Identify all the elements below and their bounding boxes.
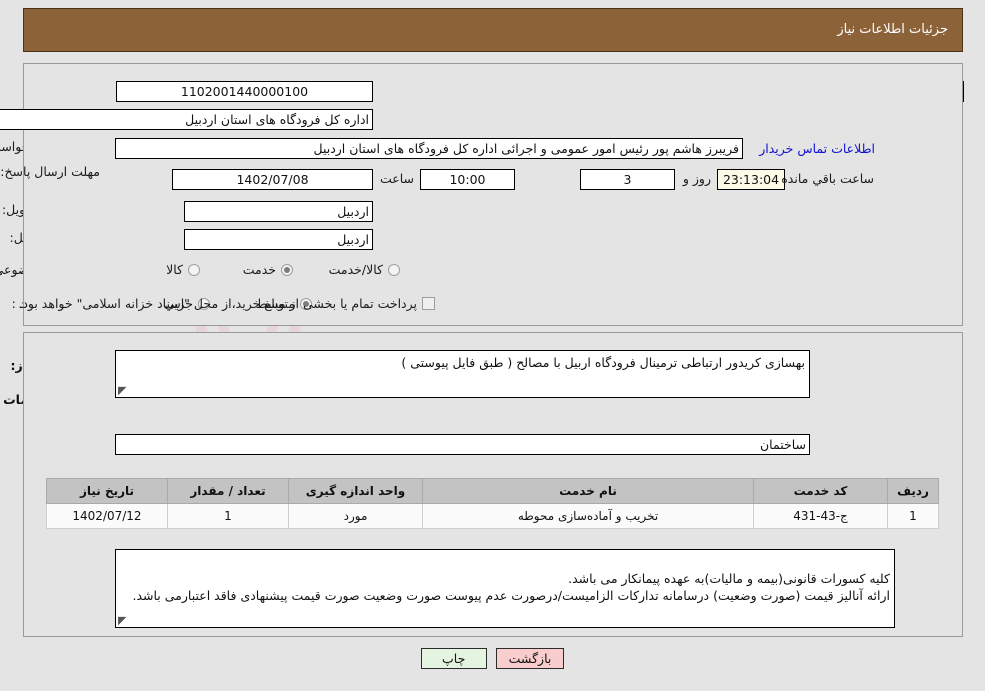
category-option-khedmat[interactable]: خدمت	[243, 262, 293, 277]
need-number-field[interactable]: 1102001440000100	[116, 81, 373, 102]
checkbox-icon-treasury[interactable]	[422, 297, 435, 310]
page-title: جزئیات اطلاعات نیاز	[837, 22, 948, 37]
deadline-hour-label: ساعت	[379, 171, 414, 186]
category-option-kala-khedmat[interactable]: کالا/خدمت	[329, 262, 400, 277]
table-header-row: ردیف کد خدمت نام خدمت واحد اندازه گیری ت…	[46, 478, 939, 504]
page-root: AriaTender.net جزئیات اطلاعات نیاز شماره…	[0, 0, 985, 691]
action-button-row: بازگشت چاپ	[0, 648, 985, 669]
col-header-date: تاریخ نیاز	[46, 478, 168, 504]
deadline-label-wrap: مهلت ارسال پاسخ: تا تاریخ:	[0, 164, 100, 179]
buyer-org-field[interactable]: اداره کل فرودگاه های استان اردبیل	[0, 109, 373, 130]
buyer-notes-textarea[interactable]: کلیه کسورات قانونی(بیمه و مالیات)به عهده…	[115, 549, 895, 628]
city-field[interactable]: اردبیل	[184, 229, 373, 250]
category-option-kala-khedmat-label: کالا/خدمت	[328, 262, 383, 277]
cell-code: ج-43-431	[753, 503, 888, 529]
cell-qty: 1	[167, 503, 289, 529]
cell-unit: مورد	[288, 503, 423, 529]
deadline-date-field[interactable]: 1402/07/08	[172, 169, 373, 190]
table-row: 1 ج-43-431 تخریب و آماده‌سازی محوطه مورد…	[46, 503, 939, 529]
resize-grip-icon-notes[interactable]: ◥	[118, 614, 128, 627]
resize-grip-icon[interactable]: ◥	[118, 384, 128, 397]
print-button[interactable]: چاپ	[420, 648, 487, 669]
need-summary-panel	[23, 63, 963, 326]
cell-radif: 1	[887, 503, 939, 529]
radio-icon-khedmat[interactable]	[281, 263, 293, 276]
buyer-notes-value: کلیه کسورات قانونی(بیمه و مالیات)به عهده…	[132, 571, 890, 603]
category-option-kala[interactable]: کالا	[166, 262, 200, 277]
remaining-days-field[interactable]: 3	[580, 169, 675, 190]
general-desc-value: بهسازی کریدور ارتباطی ترمینال فرودگاه ار…	[401, 355, 805, 370]
treasury-checkbox-label: پرداخت تمام یا بخشی از مبلغ خرید،از محل …	[18, 296, 417, 311]
deadline-label: مهلت ارسال پاسخ: تا تاریخ:	[0, 164, 100, 179]
cell-date: 1402/07/12	[46, 503, 168, 529]
col-header-name: نام خدمت	[422, 478, 754, 504]
category-option-kala-label: کالا	[166, 262, 183, 277]
general-desc-textarea[interactable]: بهسازی کریدور ارتباطی ترمینال فرودگاه ار…	[115, 350, 810, 398]
buyer-contact-link[interactable]: اطلاعات تماس خریدار	[759, 141, 875, 156]
cell-name: تخریب و آماده‌سازی محوطه	[422, 503, 754, 529]
back-button[interactable]: بازگشت	[495, 648, 565, 669]
deadline-time-field[interactable]: 10:00	[420, 169, 515, 190]
creator-field[interactable]: فریبرز هاشم پور رئیس امور عمومی و اجرائی…	[115, 138, 743, 159]
col-header-code: کد خدمت	[753, 478, 888, 504]
page-header-bar: جزئیات اطلاعات نیاز	[23, 8, 963, 52]
province-field[interactable]: اردبیل	[184, 201, 373, 222]
radio-icon-kala[interactable]	[188, 263, 200, 276]
treasury-checkbox-wrap[interactable]: پرداخت تمام یا بخشی از مبلغ خرید،از محل …	[18, 296, 435, 311]
service-group-field[interactable]: ساختمان	[115, 434, 810, 455]
col-header-radif: ردیف	[887, 478, 939, 504]
services-table: ردیف کد خدمت نام خدمت واحد اندازه گیری ت…	[46, 478, 939, 529]
radio-icon-kala-khedmat[interactable]	[388, 263, 400, 276]
col-header-qty: تعداد / مقدار	[167, 478, 289, 504]
category-option-khedmat-label: خدمت	[242, 262, 276, 277]
countdown-label: ساعت باقي مانده	[781, 171, 874, 186]
remaining-days-label: روز و	[682, 171, 711, 186]
col-header-unit: واحد اندازه گیری	[288, 478, 423, 504]
